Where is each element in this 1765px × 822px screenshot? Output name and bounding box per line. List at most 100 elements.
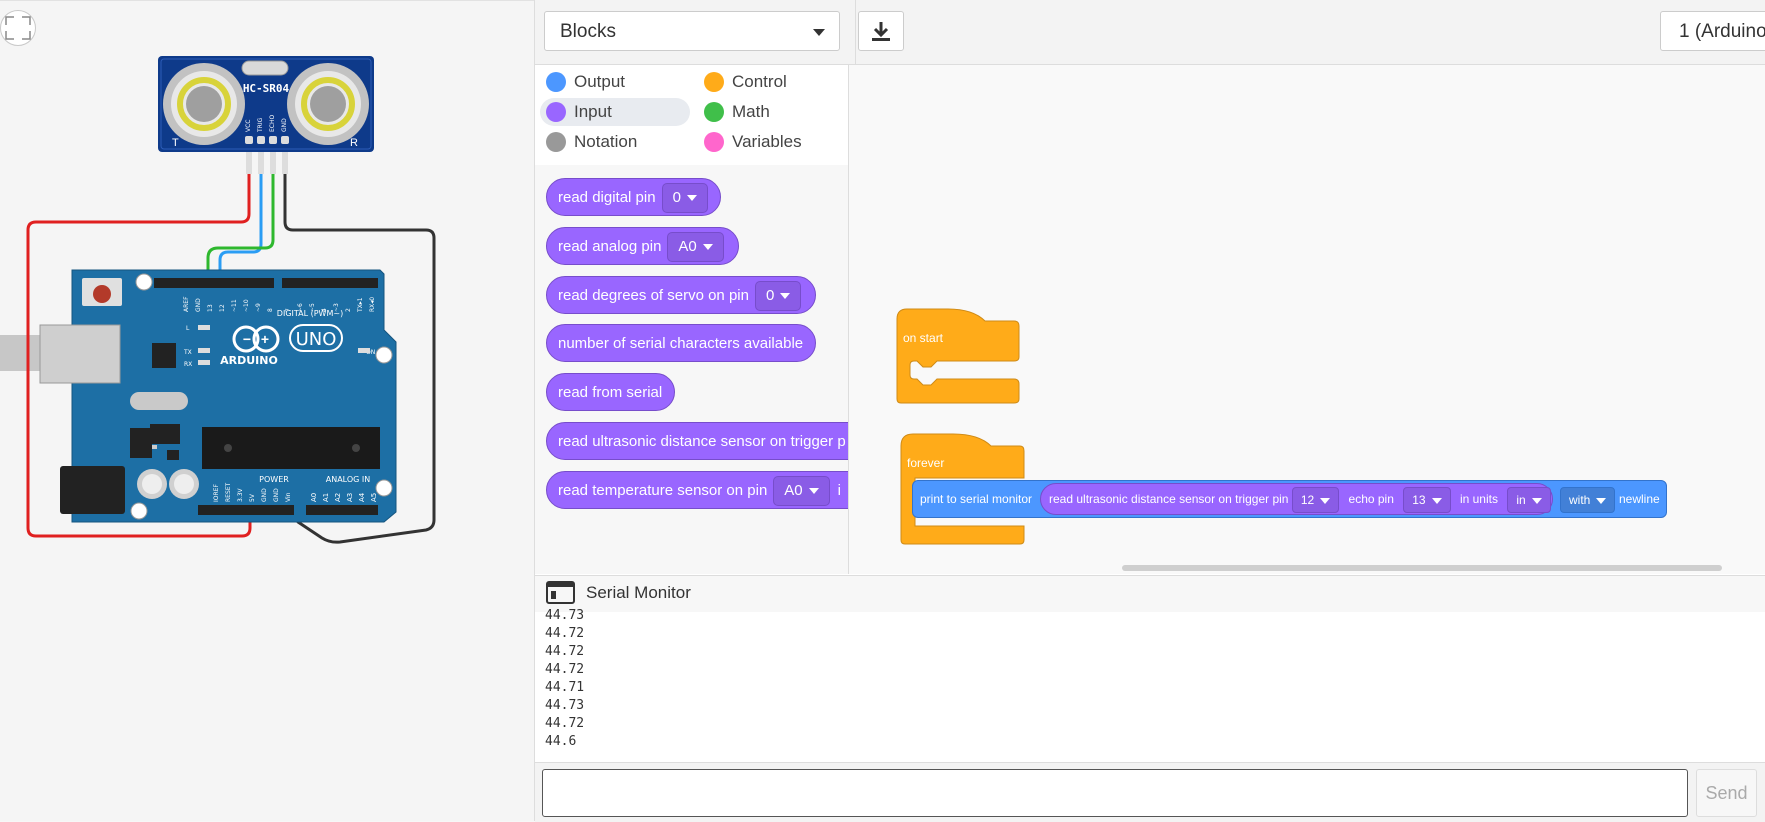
block-label: read digital pin bbox=[558, 189, 656, 206]
serial-line: 44.71 bbox=[545, 680, 585, 695]
pin-label: 8 bbox=[267, 308, 274, 312]
category-label: Output bbox=[574, 72, 626, 91]
svg-text:−: − bbox=[243, 331, 251, 347]
ultrasonic-reporter-block[interactable]: read ultrasonic distance sensor on trigg… bbox=[1040, 483, 1553, 515]
serial-line: 44.73 bbox=[545, 608, 585, 623]
caret-down-icon bbox=[1320, 497, 1331, 504]
serial-monitor-title: Serial Monitor bbox=[586, 583, 691, 602]
serial-send-button[interactable]: Send bbox=[1696, 769, 1757, 817]
pin-label: 3.3V bbox=[237, 487, 244, 502]
echo-pin-label: echo pin bbox=[1348, 492, 1394, 506]
category-input[interactable]: Input bbox=[540, 98, 690, 126]
toolbar-divider bbox=[855, 0, 856, 64]
print-serial-block[interactable]: print to serial monitor read ultrasonic … bbox=[912, 480, 1667, 518]
sensor-pin-trig: TRIG bbox=[257, 117, 264, 133]
code-mode-select[interactable]: Blocks bbox=[544, 11, 840, 51]
block-label: read ultrasonic distance sensor on trigg… bbox=[558, 433, 846, 450]
newline-label: newline bbox=[1619, 492, 1660, 506]
pin-label: IOREF bbox=[213, 484, 220, 502]
arduino-uno-board[interactable]: − + UNO ARDUINO DIGITAL (PWM~) POWER ANA… bbox=[39, 269, 397, 523]
category-label: Control bbox=[732, 72, 787, 91]
block-palette: read digital pin 0 read analog pin A0 read… bbox=[535, 165, 848, 574]
block-read-analog-pin[interactable]: read analog pin A0 bbox=[546, 227, 739, 265]
workspace-horizontal-scrollbar[interactable] bbox=[1122, 565, 1722, 571]
pin-label: A1 bbox=[322, 493, 330, 502]
forever-label: forever bbox=[907, 456, 945, 470]
board-brand: ARDUINO bbox=[220, 354, 278, 367]
dropdown-value: 0 bbox=[765, 287, 775, 304]
block-read-ultrasonic[interactable]: read ultrasonic distance sensor on trigg… bbox=[546, 422, 848, 460]
caret-down-icon bbox=[1531, 497, 1542, 504]
sensor-label: HC-SR04 bbox=[243, 82, 290, 95]
block-read-from-serial[interactable]: read from serial bbox=[546, 373, 675, 411]
pin-label: A4 bbox=[358, 492, 366, 502]
block-read-temperature[interactable]: read temperature sensor on pin A0 i bbox=[546, 471, 848, 509]
sensor-pin-echo: ECHO bbox=[269, 115, 276, 132]
on-start-block[interactable] bbox=[893, 305, 1023, 405]
category-label: Input bbox=[574, 102, 612, 121]
block-read-servo-degrees[interactable]: read degrees of servo on pin 0 bbox=[546, 276, 816, 314]
device-select[interactable]: 1 (Arduino bbox=[1660, 11, 1765, 51]
pin-dropdown[interactable]: A0 bbox=[773, 476, 830, 506]
category-label: Notation bbox=[574, 132, 638, 151]
pin-label: Vin bbox=[285, 492, 292, 502]
ultrasonic-sensor[interactable]: HC-SR04 T R VCC TRIG ECHO GND bbox=[158, 56, 374, 174]
caret-down-icon bbox=[808, 488, 819, 495]
dropdown-value: A0 bbox=[678, 238, 697, 255]
pin-label: AREF bbox=[183, 296, 190, 312]
trigger-pin-dropdown[interactable]: 12 bbox=[1291, 487, 1340, 513]
pin-label: ~5 bbox=[309, 303, 316, 312]
usb-cable bbox=[0, 335, 44, 371]
on-start-label: on start bbox=[903, 331, 944, 345]
category-dot bbox=[704, 102, 724, 122]
block-label-suffix: i bbox=[837, 482, 841, 499]
pin-label: RX◂0 bbox=[369, 297, 376, 312]
dropdown-value: 12 bbox=[1300, 493, 1315, 507]
pin-dropdown[interactable]: 0 bbox=[754, 281, 802, 311]
block-categories: Output Control Input Math Notation Varia… bbox=[535, 65, 848, 165]
echo-pin-dropdown[interactable]: 13 bbox=[1403, 487, 1451, 513]
device-select-value: 1 (Arduino bbox=[1679, 21, 1765, 42]
block-serial-available[interactable]: number of serial characters available bbox=[546, 324, 816, 362]
category-math[interactable]: Math bbox=[698, 98, 838, 126]
block-label: read temperature sensor on pin bbox=[558, 482, 768, 499]
pin-label: ~10 bbox=[243, 299, 250, 312]
pin-label: 12 bbox=[219, 304, 226, 312]
pin-label: GND bbox=[261, 488, 268, 502]
pin-label: 13 bbox=[207, 304, 214, 312]
block-label: read from serial bbox=[558, 384, 663, 401]
serial-send-input[interactable] bbox=[542, 769, 1688, 817]
block-label: read degrees of servo on pin bbox=[558, 287, 749, 304]
caret-down-icon bbox=[702, 244, 713, 251]
pin-label: GND bbox=[273, 488, 280, 502]
category-variables[interactable]: Variables bbox=[698, 128, 838, 156]
dropdown-value: 13 bbox=[1412, 493, 1426, 507]
serial-line: 44.72 bbox=[545, 716, 585, 731]
block-read-digital-pin[interactable]: read digital pin 0 bbox=[546, 178, 721, 216]
wire-echo-green[interactable] bbox=[206, 174, 275, 284]
serial-line: 44.6 bbox=[545, 734, 577, 749]
pin-label: ~3 bbox=[333, 303, 340, 312]
units-label: in units bbox=[1459, 492, 1498, 506]
units-dropdown[interactable]: in bbox=[1507, 487, 1551, 513]
caret-down-icon bbox=[780, 293, 791, 300]
print-serial-label: print to serial monitor bbox=[920, 492, 1033, 506]
caret-down-icon bbox=[1596, 497, 1607, 504]
pin-label: TX▸1 bbox=[357, 297, 364, 313]
pin-label: ~6 bbox=[297, 303, 304, 312]
category-notation[interactable]: Notation bbox=[540, 128, 690, 156]
wire-trig-blue[interactable] bbox=[218, 174, 263, 284]
category-output[interactable]: Output bbox=[540, 68, 685, 96]
pin-label: 2 bbox=[345, 308, 352, 312]
sensor-pin-vcc: VCC bbox=[245, 120, 252, 132]
newline-option-dropdown[interactable]: with bbox=[1560, 487, 1616, 513]
category-dot bbox=[704, 132, 724, 152]
category-control[interactable]: Control bbox=[698, 68, 838, 96]
pin-dropdown[interactable]: 0 bbox=[661, 183, 708, 213]
serial-line: 44.72 bbox=[545, 644, 585, 659]
serial-output[interactable] bbox=[535, 612, 1765, 762]
download-code-button[interactable] bbox=[858, 11, 904, 51]
pin-dropdown[interactable]: A0 bbox=[667, 232, 724, 262]
caret-down-icon bbox=[1431, 497, 1442, 504]
ultrasonic-label: read ultrasonic distance sensor on trigg… bbox=[1049, 492, 1289, 506]
